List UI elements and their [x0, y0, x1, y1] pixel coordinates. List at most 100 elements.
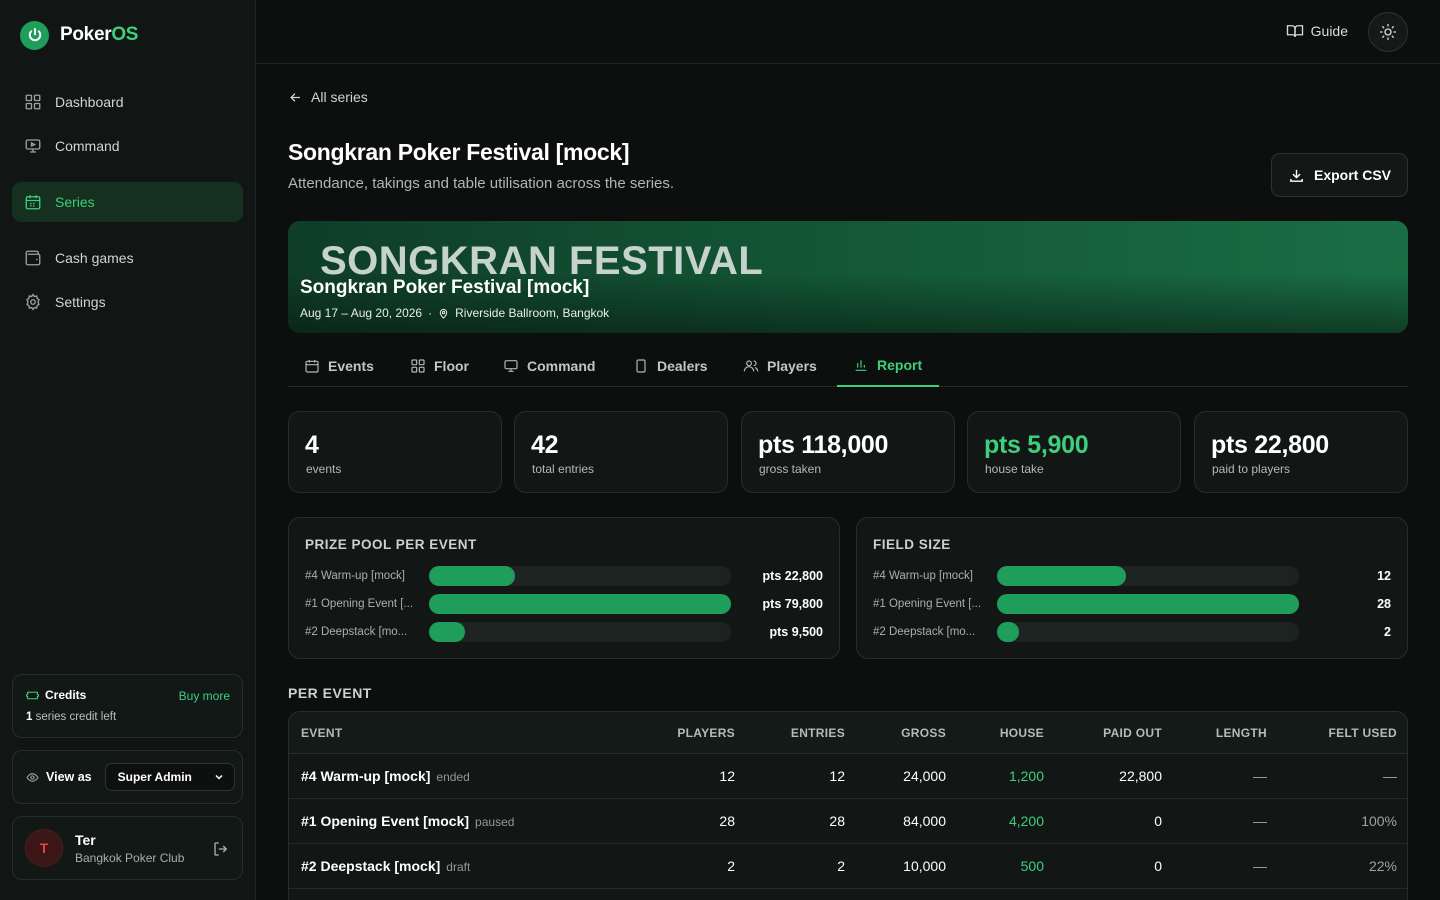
calendar-icon: [305, 359, 319, 373]
stat-card-paid-out: pts 22,800 paid to players: [1194, 411, 1408, 493]
bar-category-label: #4 Warm-up [mock]: [305, 570, 405, 582]
event-status: ended: [436, 770, 470, 784]
credits-title: Credits: [26, 688, 86, 702]
length-cell: —: [1253, 858, 1267, 874]
export-csv-button[interactable]: Export CSV: [1271, 153, 1408, 197]
gear-icon: [26, 293, 40, 311]
stat-card-entries: 42 total entries: [514, 411, 728, 493]
page-title: Songkran Poker Festival [mock]: [288, 139, 630, 165]
stat-label: paid to players: [1212, 462, 1291, 476]
stat-value: pts 118,000: [758, 431, 889, 459]
user-club: Bangkok Poker Club: [75, 851, 185, 865]
event-status: draft: [446, 860, 471, 874]
download-icon: [1290, 169, 1303, 182]
sidebar-item-settings[interactable]: Settings: [12, 282, 243, 322]
bar-row: #4 Warm-up [mock] 12: [873, 566, 1391, 586]
event-cell[interactable]: #2 Deepstack [mock] draft: [301, 858, 470, 874]
per-event-title: PER EVENT: [288, 685, 372, 701]
back-link[interactable]: All series: [288, 89, 368, 105]
stat-label: events: [306, 462, 342, 476]
card-icon: [636, 358, 646, 373]
view-as-select[interactable]: Super Admin: [104, 763, 235, 791]
wallet-icon: [25, 250, 41, 266]
sidebar-item-label: Series: [55, 194, 95, 210]
buy-more-link[interactable]: Buy more: [179, 689, 230, 703]
bar-chart-icon: [855, 359, 867, 371]
export-label: Export CSV: [1313, 167, 1391, 183]
bar-value-label: pts 22,800: [762, 569, 823, 583]
grid-icon: [411, 358, 425, 373]
location-pin-icon: [439, 308, 448, 319]
per-event-table: EVENT PLAYERS ENTRIES GROSS HOUSE PAID O…: [288, 711, 1408, 900]
brand[interactable]: PokerOS: [20, 20, 138, 50]
guide-label: Guide: [1310, 23, 1348, 39]
stat-label: house take: [985, 462, 1044, 476]
sidebar-item-series[interactable]: Series: [12, 182, 243, 222]
stat-label: total entries: [532, 462, 595, 476]
tab-floor[interactable]: Floor: [410, 344, 469, 387]
tab-report[interactable]: Report: [837, 344, 939, 387]
guide-button[interactable]: Guide: [1286, 22, 1348, 40]
bar-value-label: 2: [1384, 625, 1391, 639]
topbar: Guide: [256, 0, 1440, 64]
sidebar-item-label: Dashboard: [55, 94, 124, 110]
avatar: T: [25, 829, 63, 867]
sidebar-item-label: Command: [55, 138, 120, 154]
gross-cell: 10,000: [903, 858, 946, 874]
ticket-icon: [26, 691, 39, 699]
theme-toggle-button[interactable]: [1368, 12, 1408, 52]
bar-track: [429, 622, 731, 642]
stat-label: gross taken: [759, 462, 822, 476]
event-cell[interactable]: #4 Warm-up [mock] ended: [301, 768, 470, 784]
back-label: All series: [311, 89, 368, 105]
sidebar-item-command[interactable]: Command: [12, 126, 243, 166]
bar-category-label: #2 Deepstack [mo...: [305, 626, 408, 638]
tab-players[interactable]: Players: [743, 344, 817, 387]
banner-meta: Aug 17 – Aug 20, 2026 · Riverside Ballro…: [300, 306, 609, 320]
grid-icon: [25, 94, 41, 110]
bar-row: #2 Deepstack [mo... 2: [873, 622, 1391, 642]
sidebar-item-dashboard[interactable]: Dashboard: [12, 82, 243, 122]
book-icon: [1286, 25, 1303, 38]
bar-row: #4 Warm-up [mock] pts 22,800: [305, 566, 823, 586]
paid-out-cell: 0: [1154, 813, 1162, 829]
calendar-icon: [25, 195, 41, 210]
view-as-card: View as Super Admin: [12, 750, 243, 804]
tab-command[interactable]: Command: [503, 344, 595, 387]
felt-used-cell: —: [1383, 768, 1397, 784]
tab-events[interactable]: Events: [304, 344, 374, 387]
entries-cell: 2: [837, 858, 845, 874]
logout-icon[interactable]: [212, 840, 230, 858]
bar: [429, 622, 465, 642]
tab-dealers[interactable]: Dealers: [633, 344, 708, 387]
bar-value-label: 28: [1377, 597, 1391, 611]
column-header-event: EVENT: [301, 726, 343, 740]
arrow-left-icon: [290, 92, 300, 102]
stat-card-gross: pts 118,000 gross taken: [741, 411, 955, 493]
entries-cell: 28: [829, 813, 845, 829]
table-row[interactable]: #4 Warm-up [mock] ended 12 12 24,000 1,20…: [289, 754, 1407, 799]
paid-out-cell: 0: [1154, 858, 1162, 874]
table-row[interactable]: #1 Opening Event [mock] paused 28 28 84,0…: [289, 799, 1407, 844]
sidebar-item-cash-games[interactable]: Cash games: [12, 238, 243, 278]
bar-value-label: pts 79,800: [762, 597, 823, 611]
bar-row: #1 Opening Event [... pts 79,800: [305, 594, 823, 614]
field-size-chart: FIELD SIZE #4 Warm-up [mock] 12 #1 Opening…: [856, 517, 1408, 659]
table-header: EVENT PLAYERS ENTRIES GROSS HOUSE PAID O…: [289, 712, 1407, 754]
event-cell[interactable]: #1 Opening Event [mock] paused: [301, 813, 514, 829]
banner-series-name: Songkran Poker Festival [mock]: [300, 277, 590, 298]
bar: [429, 566, 516, 586]
table-row[interactable]: #2 Deepstack [mock] draft 2 2 10,000 500 …: [289, 844, 1407, 889]
chevron-down-icon: [215, 774, 223, 780]
length-cell: —: [1253, 813, 1267, 829]
felt-used-cell: 100%: [1361, 813, 1397, 829]
column-header-felt-used: FELT USED: [1328, 726, 1397, 740]
bar-track: [997, 566, 1299, 586]
column-header-gross: GROSS: [901, 726, 946, 740]
gross-cell: 24,000: [903, 768, 946, 784]
paid-out-cell: 22,800: [1119, 768, 1162, 784]
monitor-icon: [504, 359, 518, 372]
stat-card-events: 4 events: [288, 411, 502, 493]
felt-used-cell: 22%: [1368, 858, 1397, 874]
bar-track: [997, 594, 1299, 614]
